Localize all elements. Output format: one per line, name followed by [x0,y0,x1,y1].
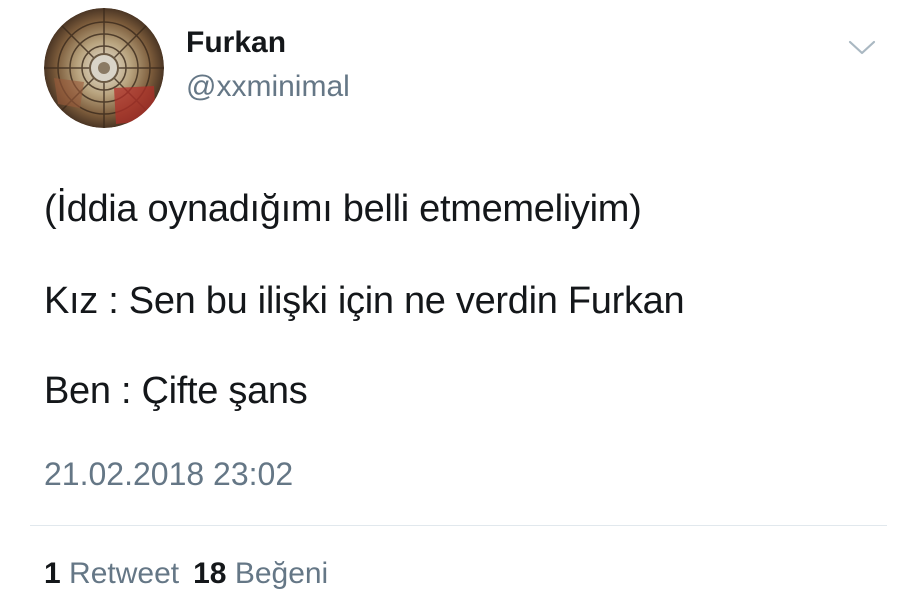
tweet-text-line: (İddia oynadığımı belli etmemeliyim) [44,188,642,230]
display-name[interactable]: Furkan [186,26,286,60]
like-label: Beğeni [234,557,329,590]
avatar[interactable] [44,8,164,128]
retweet-count: 1 [44,557,61,590]
user-handle[interactable]: @xxminimal [186,70,350,104]
divider [30,525,887,526]
tweet-text-line: Ben : Çifte şans [44,370,308,412]
retweet-label: Retweet [69,557,180,590]
like-stat[interactable]: 18 Beğeni [193,557,328,590]
tweet-timestamp[interactable]: 21.02.2018 23:02 [44,456,293,493]
chevron-down-icon[interactable] [846,34,878,60]
tweet-text-line: Kız : Sen bu ilişki için ne verdin Furka… [44,280,685,322]
retweet-stat[interactable]: 1 Retweet [44,557,179,590]
tweet-stats: 1 Retweet 18 Beğeni [44,557,328,591]
like-count: 18 [193,557,227,590]
